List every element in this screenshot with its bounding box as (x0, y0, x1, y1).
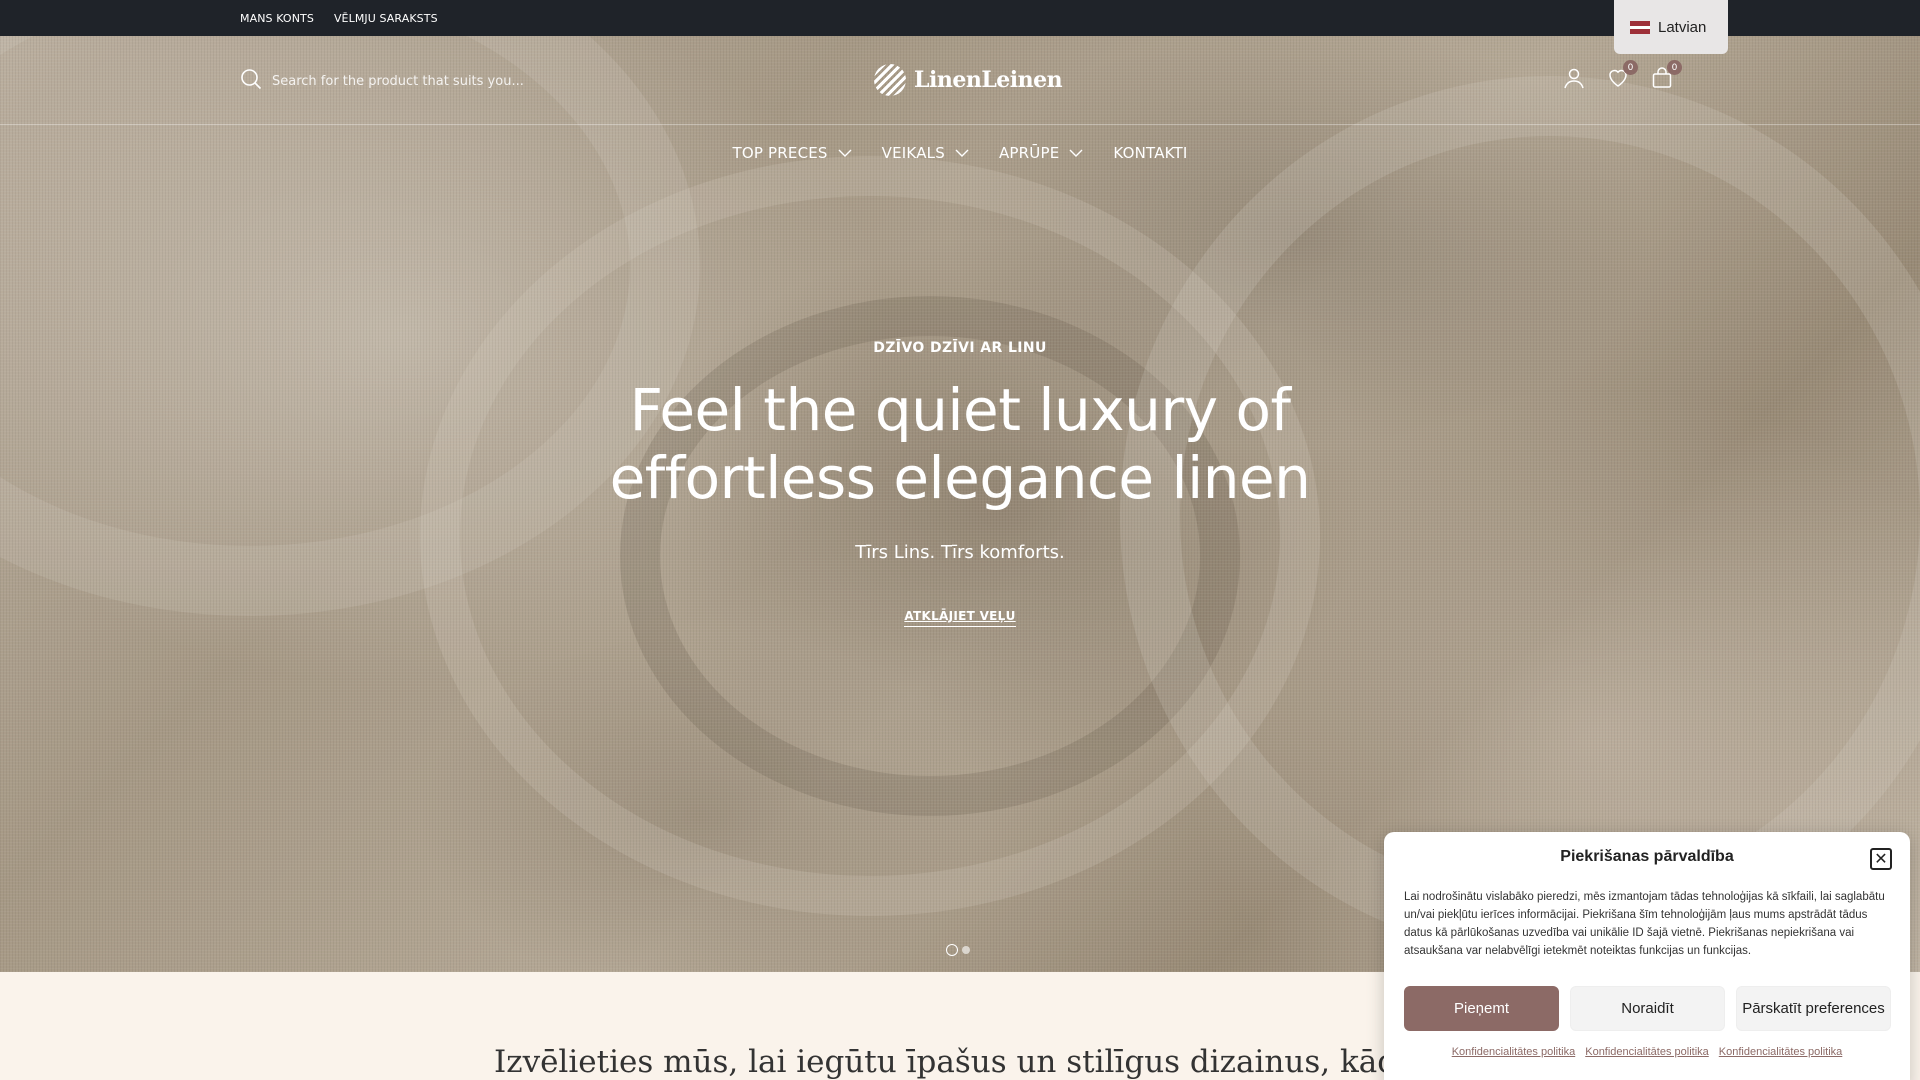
site-logo[interactable]: LinenLeinen (874, 64, 1063, 96)
discover-linen-button[interactable]: ATKLĀJIET VEĻU (904, 609, 1016, 627)
cookie-description: Lai nodrošinātu vislabāko pieredzi, mēs … (1404, 891, 1885, 957)
language-label: Latvian (1658, 18, 1707, 36)
slide-dot[interactable] (962, 946, 970, 954)
deny-button[interactable]: Noraidīt (1570, 986, 1725, 1031)
cart-count-badge: 0 (1667, 60, 1682, 75)
latvia-flag-icon (1630, 20, 1650, 34)
nav-label: TOP PRECES (732, 144, 828, 162)
slide-dot-active[interactable] (946, 944, 958, 956)
nav-item-kontakti[interactable]: KONTAKTI (1113, 144, 1187, 162)
nav-item-aprupe[interactable]: APRŪPE (999, 144, 1083, 162)
hero-headline: Feel the quiet luxury of effortless eleg… (0, 376, 1920, 512)
hero-headline-line1: Feel the quiet luxury of (629, 376, 1291, 444)
hero-subtitle: Tīrs Lins. Tīrs komforts. (855, 542, 1065, 563)
logo-mark-icon (874, 64, 906, 96)
my-account-link[interactable]: MANS KONTS (240, 12, 314, 25)
slider-pagination (946, 944, 970, 956)
wishlist-link[interactable]: VĒLMJU SARAKSTS (334, 12, 438, 25)
search-input[interactable] (272, 73, 532, 89)
accept-button[interactable]: Pieņemt (1404, 986, 1559, 1031)
privacy-policy-link[interactable]: Konfidencialitātes politika (1585, 1046, 1709, 1058)
header-actions: 0 0 (1562, 60, 1682, 90)
wishlist-count-badge: 0 (1623, 60, 1638, 75)
logo-text: LinenLeinen (914, 67, 1063, 93)
close-icon[interactable]: ✕ (1870, 848, 1892, 870)
search-icon[interactable] (240, 68, 262, 94)
search-bar (240, 68, 532, 94)
privacy-policy-link[interactable]: Konfidencialitātes politika (1719, 1046, 1843, 1058)
chevron-down-icon (838, 149, 852, 157)
view-preferences-button[interactable]: Pārskatīt preferences (1736, 986, 1891, 1031)
language-switcher[interactable]: Latvian (1614, 0, 1728, 54)
privacy-policy-link[interactable]: Konfidencialitātes politika (1452, 1046, 1576, 1058)
cart-bag-icon[interactable]: 0 (1650, 60, 1682, 90)
hero-content: DZĪVO DZĪVI AR LINU Feel the quiet luxur… (0, 340, 1920, 627)
hero-headline-line2: effortless elegance linen (609, 444, 1311, 512)
cookie-title: Piekrišanas pārvaldība (1560, 848, 1734, 865)
chevron-down-icon (955, 149, 969, 157)
wishlist-heart-icon[interactable]: 0 (1606, 60, 1638, 90)
user-account-icon[interactable] (1562, 66, 1586, 90)
hero-eyebrow: DZĪVO DZĪVI AR LINU (873, 340, 1047, 356)
nav-item-veikals[interactable]: VEIKALS (882, 144, 969, 162)
nav-label: APRŪPE (998, 144, 1060, 162)
chevron-down-icon (1069, 149, 1083, 157)
main-navigation: TOP PRECES VEIKALS APRŪPE KONTAKTI (0, 144, 1920, 162)
policy-links: Konfidencialitātes politika Konfidencial… (1384, 1046, 1910, 1058)
nav-label: KONTAKTI (1113, 144, 1188, 162)
cookie-consent-dialog: Piekrišanas pārvaldība ✕ Lai nodrošinātu… (1384, 832, 1910, 1080)
nav-label: VEIKALS (881, 144, 945, 162)
account-links: MANS KONTS VĒLMJU SARAKSTS (240, 0, 438, 36)
nav-item-top-preces[interactable]: TOP PRECES (732, 144, 852, 162)
cookie-buttons: Pieņemt Noraidīt Pārskatīt preferences (1404, 986, 1891, 1031)
